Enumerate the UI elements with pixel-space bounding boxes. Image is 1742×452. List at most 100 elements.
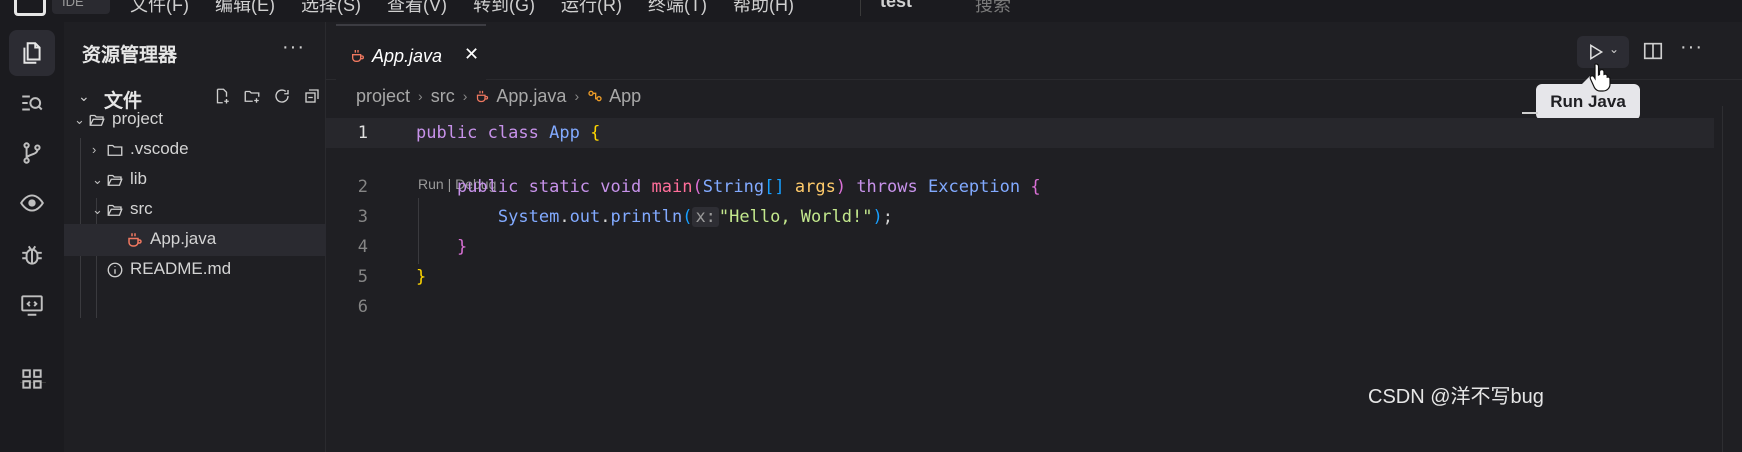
editor-more-button[interactable]: ··· [1680,36,1703,59]
line-number: 6 [357,297,368,317]
hand-cursor-icon [1589,63,1611,92]
inlay-hint: x: [692,207,719,227]
search-activity-button[interactable] [9,80,55,126]
tree-item-lib[interactable]: ⌄ lib [64,164,326,196]
folder-open-icon [89,114,105,126]
remote-activity-button[interactable] [9,282,55,328]
code-line: 6 [326,292,1714,322]
search-list-icon [22,95,43,111]
code-line: 2 public static void main(String[] args)… [326,172,1714,202]
files-icon [23,42,41,64]
editor-tab-bar: App.java ✕ ⌄ ··· [326,22,1742,80]
tab-app-java[interactable]: App.java ✕ [336,24,486,80]
class-symbol-icon [588,90,602,102]
menu-select[interactable]: 选择(S) [301,0,361,17]
minimap-cursor-mark [1522,112,1538,114]
menu-view[interactable]: 查看(V) [387,0,447,17]
tree-item-label: README.md [130,259,232,278]
menu-divider [860,0,861,16]
grid-icon [22,369,42,389]
activity-bar [0,22,64,452]
chevron-down-icon[interactable]: ⌄ [1609,42,1619,56]
chevron-down-icon: ⌄ [92,172,103,187]
chevron-right-icon: › [418,88,423,104]
close-icon[interactable]: ✕ [464,44,479,65]
folder-icon [107,144,123,156]
explorer-toolbar [212,86,322,106]
line-number: 5 [357,267,368,287]
global-search[interactable]: 搜索 [975,0,1011,17]
editor-area: App.java ✕ ⌄ ··· Run Java project › src … [326,22,1742,452]
tree-item-label: project [112,109,164,128]
tree-item-vscode[interactable]: › .vscode [64,134,326,166]
tree-item-app-java[interactable]: App.java [64,224,326,256]
vertical-scrollbar[interactable] [1722,106,1723,452]
refresh-button[interactable] [272,86,292,106]
bug-icon [22,245,42,265]
tree-item-label: lib [130,169,148,188]
new-folder-button[interactable] [242,86,262,106]
code-text: public static void main(String[] args) t… [456,177,1041,197]
tree-item-src[interactable]: ⌄ src [64,194,326,226]
git-branch-icon [23,142,41,164]
indent-guide [418,198,419,264]
menu-run[interactable]: 运行(R) [561,0,622,17]
info-icon [107,262,123,278]
tree-item-readme[interactable]: README.md [64,254,326,286]
menu-help[interactable]: 帮助(H) [733,0,794,17]
ide-button[interactable]: IDE [52,0,110,14]
code-line: 5 } [326,262,1714,292]
refresh-icon [275,89,289,103]
debug-activity-button[interactable] [9,232,55,278]
line-number: 2 [357,177,368,197]
app-logo [14,0,46,16]
tree-item-label: .vscode [130,139,189,158]
new-file-button[interactable] [212,86,232,106]
breadcrumb-item[interactable]: src [431,86,455,107]
java-file-icon [477,90,489,102]
chevron-right-icon: › [574,88,580,104]
code-line: 4 } [326,232,1714,262]
tree-item-label: App.java [150,229,217,248]
split-editor-icon[interactable] [1642,40,1664,62]
code-text: } [416,267,427,287]
explorer-activity-button[interactable] [9,30,55,76]
line-number: 1 [357,123,368,143]
new-folder-icon [244,90,260,103]
project-name[interactable]: test [880,0,912,12]
chevron-down-icon: ⌄ [78,88,90,104]
tree-item-project[interactable]: ⌄ project [64,104,326,136]
menu-terminal[interactable]: 终端(T) [648,0,707,17]
explorer-panel: 资源管理器 ··· ⌄ 文件 ⌄ project › .vscode ⌄ lib… [64,22,326,452]
folder-open-icon [107,204,123,216]
line-number: 4 [357,237,368,257]
code-line: 1 public class App { [326,118,1714,148]
chevron-down-icon: ⌄ [92,202,103,217]
menu-edit[interactable]: 编辑(E) [215,0,275,17]
menu-file[interactable]: 文件(F) [130,0,189,17]
code-text: public class App { [416,123,601,143]
breadcrumb-item-file[interactable]: App.java [475,86,566,107]
source-control-button[interactable] [9,130,55,176]
breadcrumb-item-class[interactable]: App [587,86,641,107]
collapse-all-icon [305,89,319,103]
menu-goto[interactable]: 转到(G) [473,0,535,17]
line-number: 3 [357,207,368,227]
monitor-code-icon [21,295,43,316]
extensions-activity-button[interactable] [9,356,55,402]
tree-item-label: src [130,199,153,218]
chevron-down-icon: ⌄ [74,112,85,127]
java-file-icon [352,50,364,62]
breadcrumb-label: App.java [496,85,567,106]
preview-activity-button[interactable] [9,180,55,226]
breadcrumb-item[interactable]: project [356,86,410,107]
collapse-all-button[interactable] [302,86,322,106]
explorer-title: 资源管理器 [82,45,178,66]
code-text: System.out.println(x: "Hello, World!"); [497,207,893,227]
eye-icon [20,194,44,212]
new-file-icon [216,88,229,104]
tab-label: App.java [372,46,443,66]
explorer-more-button[interactable]: ··· [282,36,305,59]
breadcrumb: project › src › App.java › App [356,82,641,110]
chevron-right-icon: › [462,88,468,104]
